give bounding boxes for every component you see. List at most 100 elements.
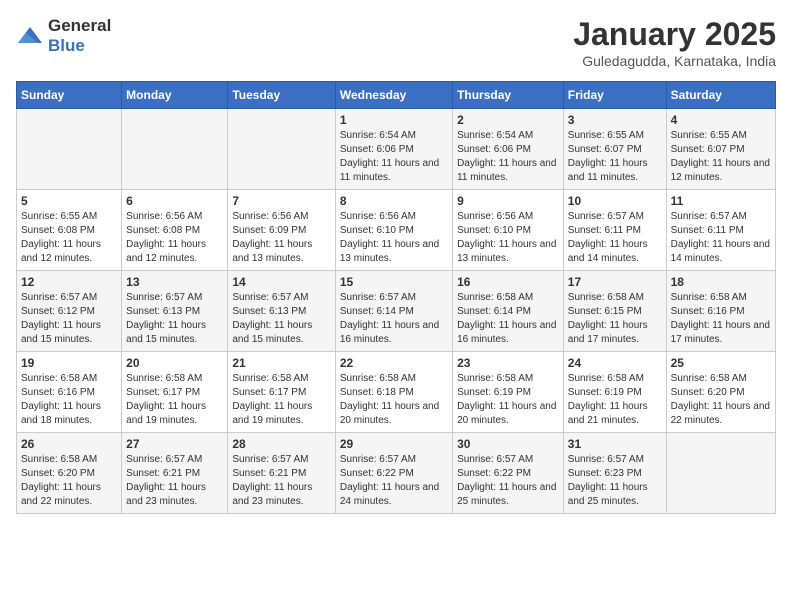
- day-info: Sunrise: 6:57 AM Sunset: 6:21 PM Dayligh…: [232, 453, 330, 509]
- day-number: 29: [340, 437, 448, 451]
- day-number: 27: [126, 437, 223, 451]
- calendar-cell: 12 Sunrise: 6:57 AM Sunset: 6:12 PM Dayli…: [17, 271, 122, 352]
- calendar-cell: 19 Sunrise: 6:58 AM Sunset: 6:16 PM Dayli…: [17, 352, 122, 433]
- day-number: 30: [457, 437, 559, 451]
- day-number: 14: [232, 275, 330, 289]
- day-number: 18: [671, 275, 771, 289]
- day-info: Sunrise: 6:58 AM Sunset: 6:16 PM Dayligh…: [21, 372, 117, 428]
- calendar-cell: 10 Sunrise: 6:57 AM Sunset: 6:11 PM Dayli…: [563, 190, 666, 271]
- calendar-cell: 8 Sunrise: 6:56 AM Sunset: 6:10 PM Daylig…: [335, 190, 452, 271]
- day-info: Sunrise: 6:56 AM Sunset: 6:10 PM Dayligh…: [457, 210, 559, 266]
- calendar-cell: 16 Sunrise: 6:58 AM Sunset: 6:14 PM Dayli…: [453, 271, 564, 352]
- calendar-cell: 15 Sunrise: 6:57 AM Sunset: 6:14 PM Dayli…: [335, 271, 452, 352]
- calendar-week-row: 26Sunrise: 6:58 AM Sunset: 6:20 PM Dayli…: [17, 433, 776, 514]
- day-number: 22: [340, 356, 448, 370]
- day-number: 20: [126, 356, 223, 370]
- logo: General Blue: [16, 16, 111, 56]
- weekday-header-monday: Monday: [122, 82, 228, 109]
- calendar-cell: 29Sunrise: 6:57 AM Sunset: 6:22 PM Dayli…: [335, 433, 452, 514]
- calendar-cell: 23Sunrise: 6:58 AM Sunset: 6:19 PM Dayli…: [453, 352, 564, 433]
- day-info: Sunrise: 6:57 AM Sunset: 6:11 PM Dayligh…: [568, 210, 662, 266]
- day-number: 15: [340, 275, 448, 289]
- calendar-cell: 6 Sunrise: 6:56 AM Sunset: 6:08 PM Daylig…: [122, 190, 228, 271]
- day-number: 19: [21, 356, 117, 370]
- weekday-header-friday: Friday: [563, 82, 666, 109]
- day-number: 21: [232, 356, 330, 370]
- page-header: General Blue January 2025 Guledagudda, K…: [16, 16, 776, 69]
- title-block: January 2025 Guledagudda, Karnataka, Ind…: [573, 16, 776, 69]
- day-number: 5: [21, 194, 117, 208]
- day-number: 11: [671, 194, 771, 208]
- day-info: Sunrise: 6:58 AM Sunset: 6:19 PM Dayligh…: [457, 372, 559, 428]
- day-info: Sunrise: 6:57 AM Sunset: 6:13 PM Dayligh…: [232, 291, 330, 347]
- day-number: 16: [457, 275, 559, 289]
- day-number: 13: [126, 275, 223, 289]
- day-number: 9: [457, 194, 559, 208]
- calendar-cell: 17Sunrise: 6:58 AM Sunset: 6:15 PM Dayli…: [563, 271, 666, 352]
- day-info: Sunrise: 6:58 AM Sunset: 6:17 PM Dayligh…: [126, 372, 223, 428]
- day-number: 1: [340, 113, 448, 127]
- day-info: Sunrise: 6:56 AM Sunset: 6:09 PM Dayligh…: [232, 210, 330, 266]
- calendar-cell: 22 Sunrise: 6:58 AM Sunset: 6:18 PM Dayli…: [335, 352, 452, 433]
- weekday-header-thursday: Thursday: [453, 82, 564, 109]
- calendar-header: SundayMondayTuesdayWednesdayThursdayFrid…: [17, 82, 776, 109]
- day-info: Sunrise: 6:55 AM Sunset: 6:07 PM Dayligh…: [568, 129, 662, 185]
- calendar-cell: 21Sunrise: 6:58 AM Sunset: 6:17 PM Dayli…: [228, 352, 335, 433]
- calendar-cell: [17, 109, 122, 190]
- calendar-cell: 27 Sunrise: 6:57 AM Sunset: 6:21 PM Dayli…: [122, 433, 228, 514]
- day-info: Sunrise: 6:57 AM Sunset: 6:23 PM Dayligh…: [568, 453, 662, 509]
- day-info: Sunrise: 6:58 AM Sunset: 6:19 PM Dayligh…: [568, 372, 662, 428]
- day-info: Sunrise: 6:55 AM Sunset: 6:07 PM Dayligh…: [671, 129, 771, 185]
- day-number: 3: [568, 113, 662, 127]
- calendar-week-row: 5 Sunrise: 6:55 AM Sunset: 6:08 PM Daylig…: [17, 190, 776, 271]
- day-info: Sunrise: 6:56 AM Sunset: 6:08 PM Dayligh…: [126, 210, 223, 266]
- calendar-cell: [228, 109, 335, 190]
- day-number: 4: [671, 113, 771, 127]
- day-info: Sunrise: 6:57 AM Sunset: 6:12 PM Dayligh…: [21, 291, 117, 347]
- weekday-header-saturday: Saturday: [666, 82, 775, 109]
- day-info: Sunrise: 6:55 AM Sunset: 6:08 PM Dayligh…: [21, 210, 117, 266]
- weekday-header-sunday: Sunday: [17, 82, 122, 109]
- weekday-header-row: SundayMondayTuesdayWednesdayThursdayFrid…: [17, 82, 776, 109]
- day-info: Sunrise: 6:54 AM Sunset: 6:06 PM Dayligh…: [340, 129, 448, 185]
- calendar-cell: 13 Sunrise: 6:57 AM Sunset: 6:13 PM Dayli…: [122, 271, 228, 352]
- weekday-header-wednesday: Wednesday: [335, 82, 452, 109]
- day-info: Sunrise: 6:57 AM Sunset: 6:21 PM Dayligh…: [126, 453, 223, 509]
- calendar-cell: 18 Sunrise: 6:58 AM Sunset: 6:16 PM Dayli…: [666, 271, 775, 352]
- day-info: Sunrise: 6:58 AM Sunset: 6:18 PM Dayligh…: [340, 372, 448, 428]
- weekday-header-tuesday: Tuesday: [228, 82, 335, 109]
- calendar-week-row: 12 Sunrise: 6:57 AM Sunset: 6:12 PM Dayli…: [17, 271, 776, 352]
- day-info: Sunrise: 6:57 AM Sunset: 6:13 PM Dayligh…: [126, 291, 223, 347]
- day-number: 10: [568, 194, 662, 208]
- calendar-cell: 31Sunrise: 6:57 AM Sunset: 6:23 PM Dayli…: [563, 433, 666, 514]
- day-number: 8: [340, 194, 448, 208]
- calendar-cell: 14 Sunrise: 6:57 AM Sunset: 6:13 PM Dayli…: [228, 271, 335, 352]
- day-info: Sunrise: 6:54 AM Sunset: 6:06 PM Dayligh…: [457, 129, 559, 185]
- calendar-table: SundayMondayTuesdayWednesdayThursdayFrid…: [16, 81, 776, 514]
- day-info: Sunrise: 6:57 AM Sunset: 6:22 PM Dayligh…: [457, 453, 559, 509]
- day-info: Sunrise: 6:58 AM Sunset: 6:16 PM Dayligh…: [671, 291, 771, 347]
- calendar-cell: 11 Sunrise: 6:57 AM Sunset: 6:11 PM Dayli…: [666, 190, 775, 271]
- day-number: 6: [126, 194, 223, 208]
- calendar-cell: 26Sunrise: 6:58 AM Sunset: 6:20 PM Dayli…: [17, 433, 122, 514]
- day-info: Sunrise: 6:57 AM Sunset: 6:11 PM Dayligh…: [671, 210, 771, 266]
- calendar-cell: 2 Sunrise: 6:54 AM Sunset: 6:06 PM Daylig…: [453, 109, 564, 190]
- calendar-cell: 25Sunrise: 6:58 AM Sunset: 6:20 PM Dayli…: [666, 352, 775, 433]
- day-info: Sunrise: 6:58 AM Sunset: 6:15 PM Dayligh…: [568, 291, 662, 347]
- day-number: 12: [21, 275, 117, 289]
- day-number: 24: [568, 356, 662, 370]
- day-number: 2: [457, 113, 559, 127]
- calendar-subtitle: Guledagudda, Karnataka, India: [573, 53, 776, 69]
- calendar-cell: 9 Sunrise: 6:56 AM Sunset: 6:10 PM Daylig…: [453, 190, 564, 271]
- calendar-cell: [666, 433, 775, 514]
- calendar-cell: 1 Sunrise: 6:54 AM Sunset: 6:06 PM Daylig…: [335, 109, 452, 190]
- day-info: Sunrise: 6:57 AM Sunset: 6:14 PM Dayligh…: [340, 291, 448, 347]
- day-number: 28: [232, 437, 330, 451]
- day-info: Sunrise: 6:58 AM Sunset: 6:14 PM Dayligh…: [457, 291, 559, 347]
- calendar-body: 1 Sunrise: 6:54 AM Sunset: 6:06 PM Daylig…: [17, 109, 776, 514]
- calendar-cell: [122, 109, 228, 190]
- day-info: Sunrise: 6:58 AM Sunset: 6:20 PM Dayligh…: [21, 453, 117, 509]
- day-info: Sunrise: 6:56 AM Sunset: 6:10 PM Dayligh…: [340, 210, 448, 266]
- day-info: Sunrise: 6:58 AM Sunset: 6:20 PM Dayligh…: [671, 372, 771, 428]
- logo-blue: Blue: [48, 36, 85, 55]
